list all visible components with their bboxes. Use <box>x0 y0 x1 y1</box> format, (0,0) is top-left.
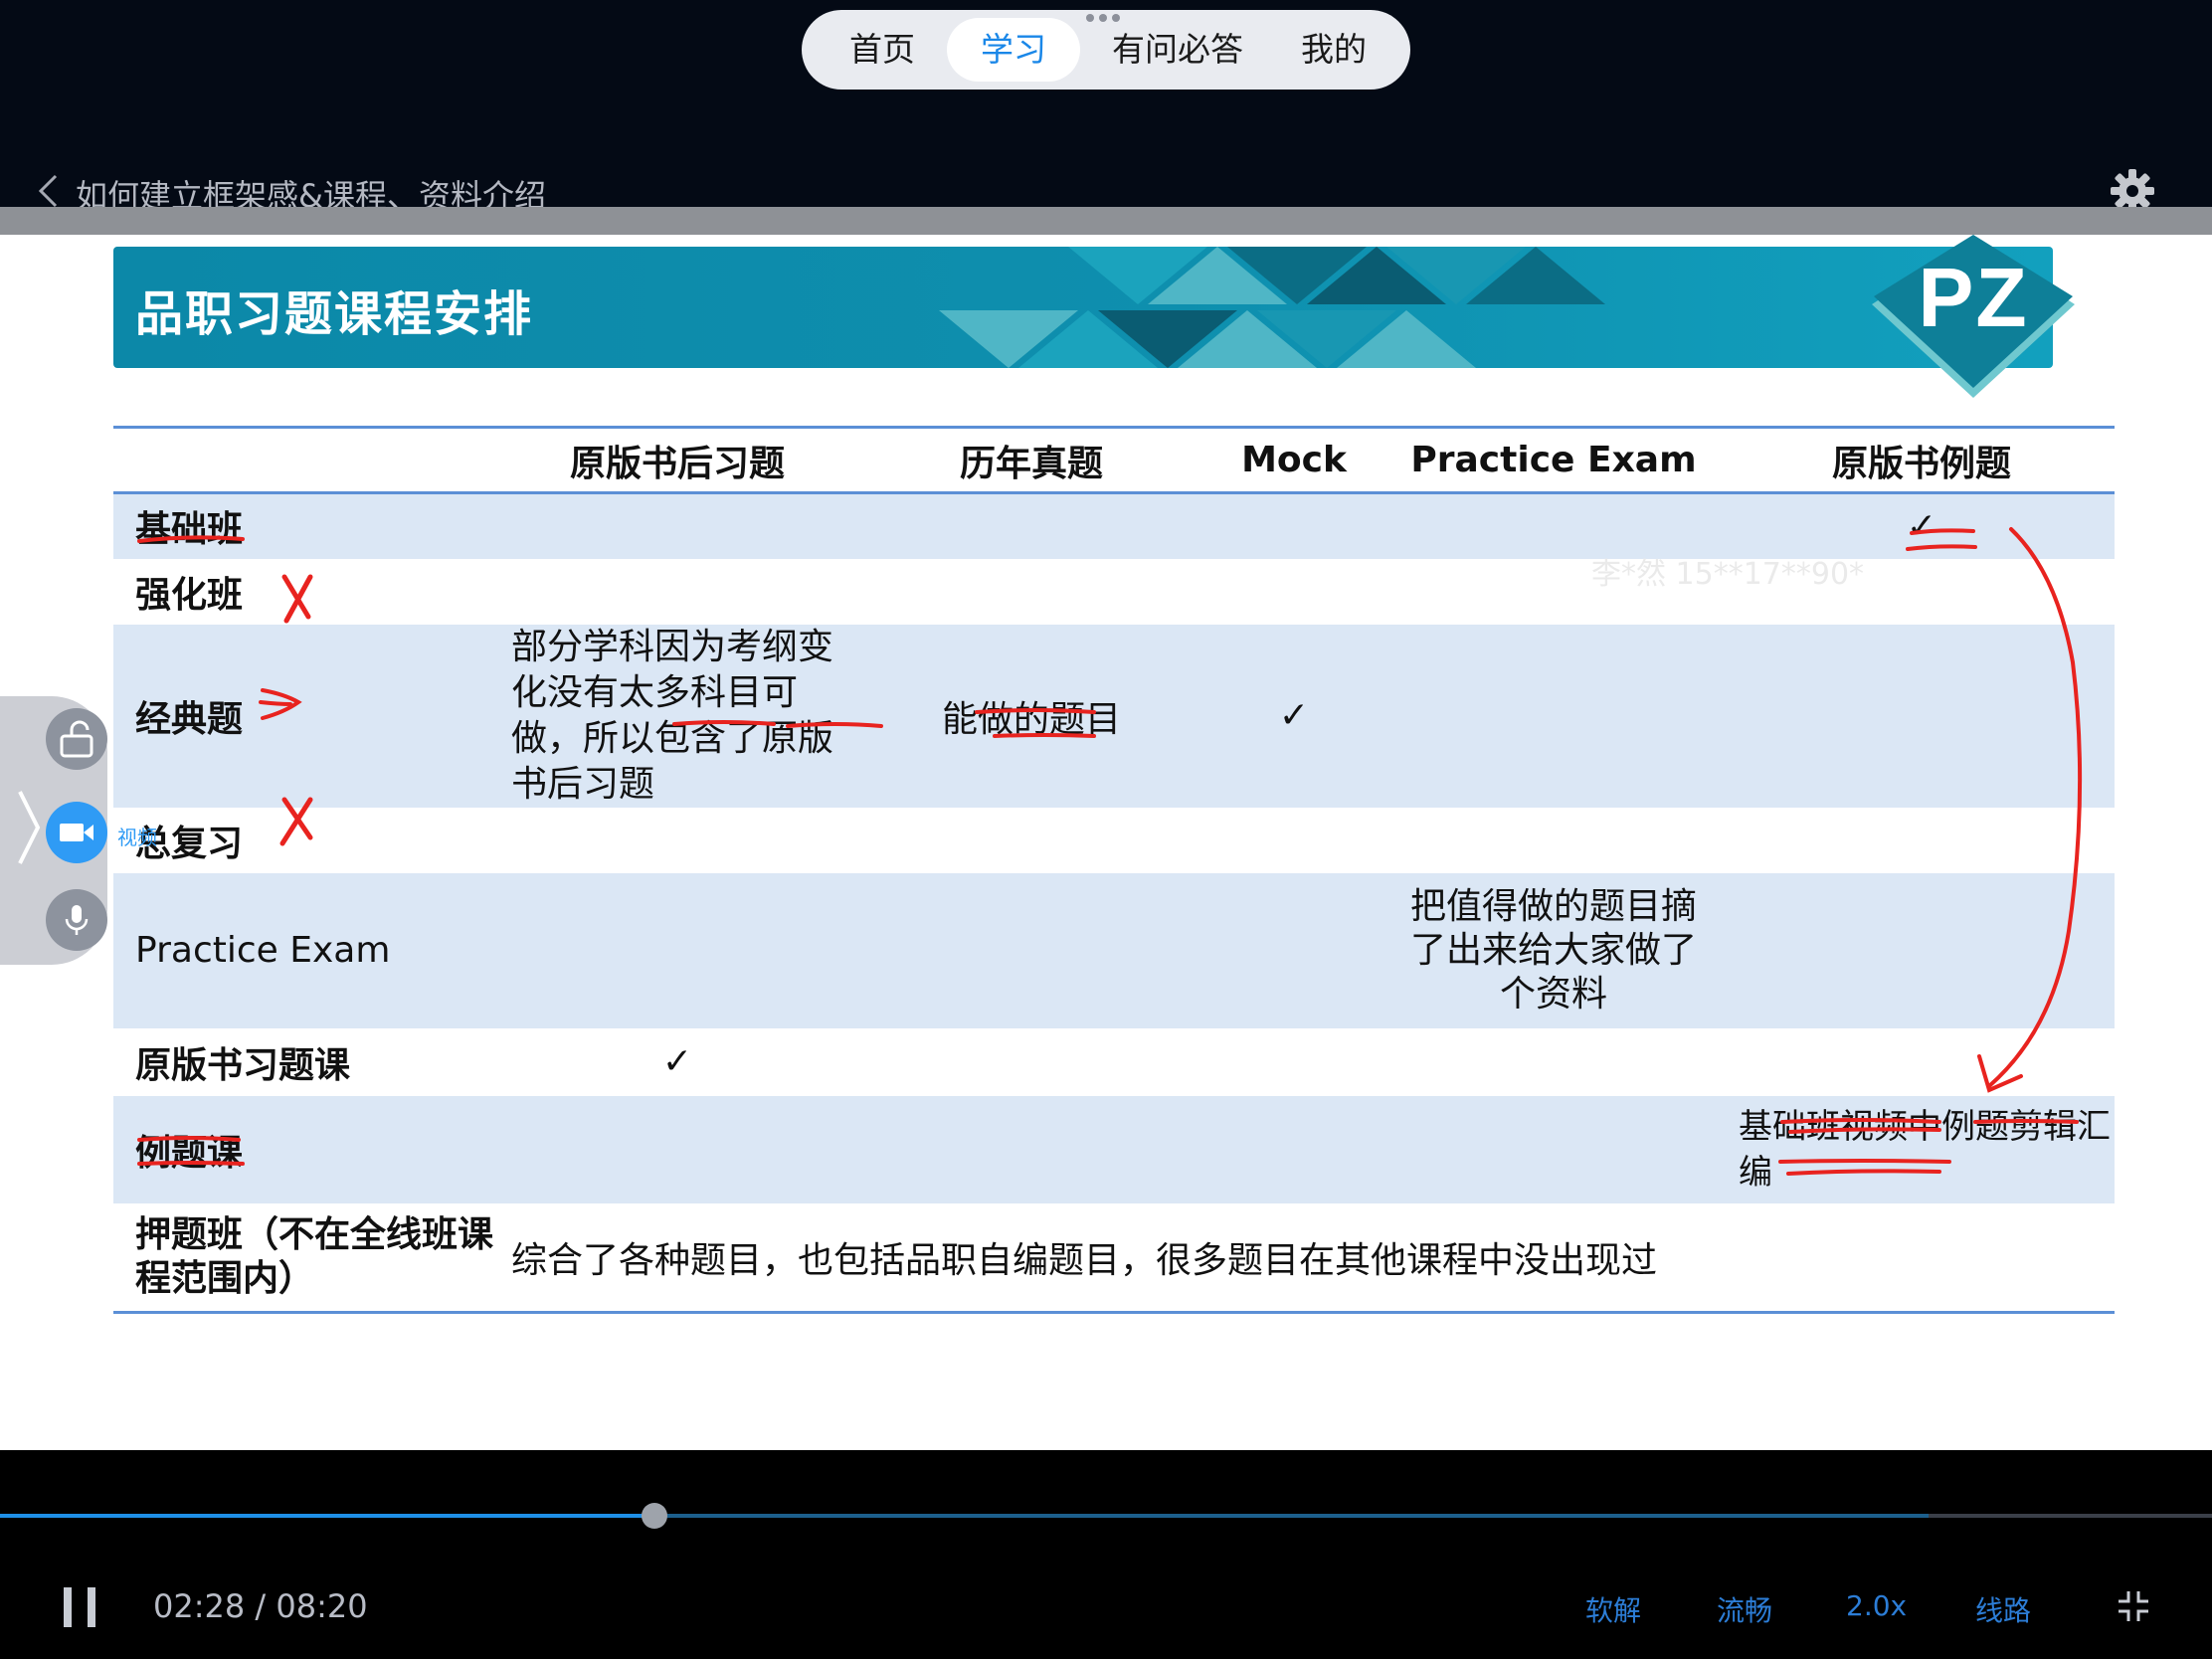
table-row: 经典题 部分学科因为考纲变化没有太多科目可做，所以包含了原版书后习题 能做的题目… <box>113 624 2115 808</box>
table-cell <box>853 872 1209 1028</box>
progress-bar[interactable] <box>0 1503 2212 1529</box>
table-cell <box>1209 872 1379 1028</box>
row-label: 原版书习题课 <box>135 1044 351 1086</box>
table-cell: 综合了各种题目，也包括品职自编题目，很多题目在其他课程中没出现过 <box>501 1202 2115 1314</box>
row-label: 例题课 <box>113 1095 501 1203</box>
column-header: 原版书例题 <box>1729 426 2115 494</box>
table-row: 押题班（不在全线班课程范围内） 综合了各种题目，也包括品职自编题目，很多题目在其… <box>113 1202 2115 1314</box>
row-label: Practice Exam <box>113 872 501 1028</box>
tab-home[interactable]: 首页 <box>824 18 941 82</box>
check-mark: ✓ <box>661 1041 693 1082</box>
table-cell <box>501 492 853 559</box>
table-cell <box>501 808 853 873</box>
tab-qa[interactable]: 有问必答 <box>1086 18 1269 82</box>
table-cell <box>1209 559 1379 625</box>
table-cell <box>853 1095 1209 1203</box>
table-cell <box>853 1028 1209 1096</box>
divider <box>0 207 2212 235</box>
check-mark: ✓ <box>1209 624 1379 808</box>
table-cell <box>853 559 1209 625</box>
triangle-pattern <box>939 247 1605 368</box>
slide-title: 品职习题课程安排 <box>135 286 534 342</box>
table-cell <box>853 492 1209 559</box>
table-cell: 部分学科因为考纲变化没有太多科目可做，所以包含了原版书后习题 <box>501 624 853 808</box>
tab-study[interactable]: 学习 <box>947 18 1080 82</box>
unlock-icon[interactable] <box>46 708 107 770</box>
row-label: 基础班 <box>113 492 501 559</box>
table-cell <box>1379 808 1729 873</box>
table-cell: 基础班视频中例题剪辑汇编 <box>1729 1095 2115 1203</box>
table-cell <box>1379 1028 1729 1096</box>
quality-button[interactable]: 流畅 <box>1717 1589 1772 1629</box>
logo-text: PZ <box>1918 251 2028 344</box>
table-row: 原版书习题课 ✓ <box>113 1028 2115 1096</box>
table-cell: 能做的题目 <box>853 624 1209 808</box>
pause-icon[interactable] <box>64 1587 97 1627</box>
table-cell <box>1729 808 2115 873</box>
table-cell <box>1729 872 2115 1028</box>
column-header <box>113 426 501 494</box>
speed-button[interactable]: 2.0x <box>1846 1589 1907 1622</box>
decode-button[interactable]: 软解 <box>1585 1589 1641 1629</box>
table-cell <box>501 872 853 1028</box>
slide-banner: 品职习题课程安排 <box>113 247 2053 368</box>
table-cell <box>1729 624 2115 808</box>
played-bar <box>0 1514 655 1518</box>
table-row: 例题课 基础班视频中例题剪辑汇编 <box>113 1095 2115 1203</box>
table-row: 总复习 <box>113 808 2115 873</box>
table-cell <box>1209 1028 1379 1096</box>
watermark: 李*然 15**17**90* <box>1591 557 1865 592</box>
row-label: 强化班 <box>135 574 244 616</box>
column-header: Practice Exam <box>1379 426 1729 494</box>
row-label: 押题班（不在全线班课程范围内） <box>113 1202 501 1314</box>
table-cell <box>1209 808 1379 873</box>
table-cell <box>501 1095 853 1203</box>
top-nav: 首页 学习 有问必答 我的 <box>802 10 1410 90</box>
table-cell <box>1379 624 1729 808</box>
slide-canvas: 品职习题课程安排 PZ 原版书后习题 历年真题 Mock Practice Ex… <box>0 235 2212 1450</box>
video-camera-icon[interactable] <box>46 802 107 863</box>
row-label: 经典题 <box>113 624 501 808</box>
fullscreen-icon[interactable] <box>2117 1589 2150 1623</box>
route-button[interactable]: 线路 <box>1975 1589 2031 1629</box>
column-header: Mock <box>1209 426 1379 494</box>
table-cell <box>1379 1095 1729 1203</box>
pz-logo: PZ <box>1872 235 2075 398</box>
column-header: 原版书后习题 <box>501 426 853 494</box>
video-player-controls: 02:28 / 08:20 软解 流畅 2.0x 线路 <box>0 1450 2212 1659</box>
table-cell <box>853 808 1209 873</box>
playback-time: 02:28 / 08:20 <box>153 1587 368 1625</box>
table-cell <box>1209 492 1379 559</box>
video-label: 视频 <box>117 826 157 849</box>
drag-handle[interactable] <box>1086 14 1120 22</box>
table-cell <box>1209 1095 1379 1203</box>
row-label: 总复习 <box>135 823 244 864</box>
chevron-right-icon[interactable] <box>14 788 44 867</box>
column-header: 历年真题 <box>853 426 1209 494</box>
table-cell <box>501 559 853 625</box>
table-header: 原版书后习题 历年真题 Mock Practice Exam 原版书例题 <box>113 426 2115 494</box>
table-cell: 把值得做的题目摘了出来给大家做了个资料 <box>1379 872 1729 1028</box>
tab-mine[interactable]: 我的 <box>1275 18 1392 82</box>
table-row: Practice Exam 把值得做的题目摘了出来给大家做了个资料 <box>113 872 2115 1028</box>
table-cell <box>1729 1028 2115 1096</box>
progress-handle[interactable] <box>642 1503 668 1529</box>
microphone-icon[interactable] <box>46 889 107 951</box>
